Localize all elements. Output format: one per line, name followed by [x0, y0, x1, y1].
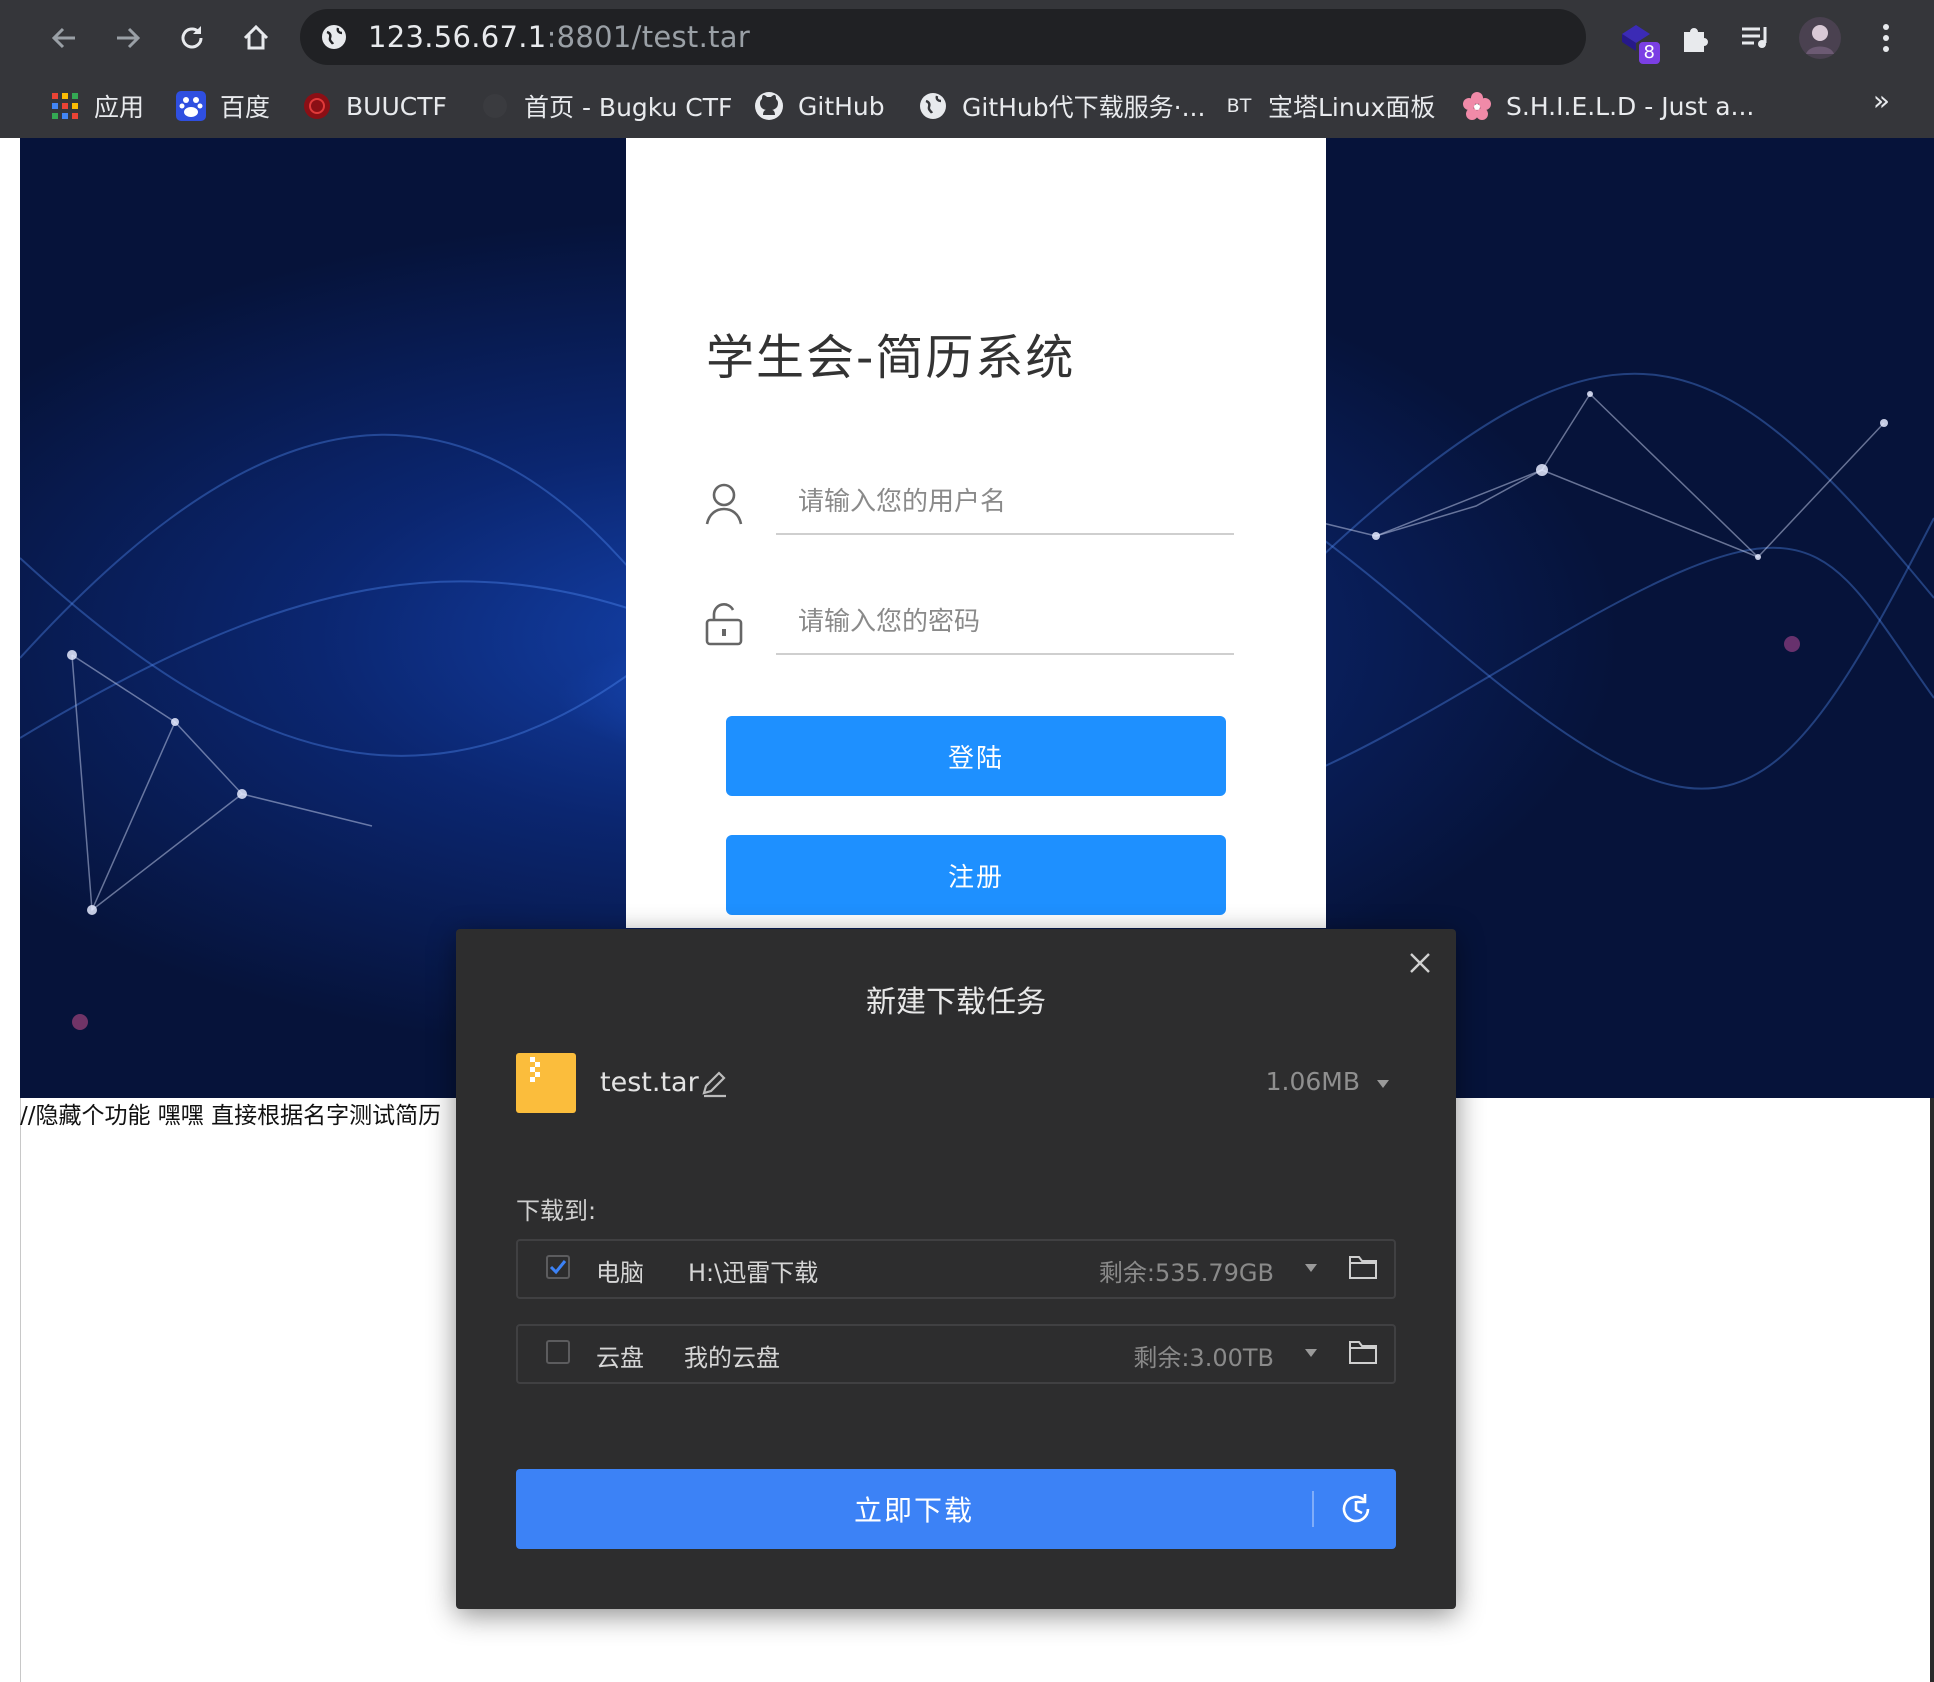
bookmark-label: 首页 - Bugku CTF — [524, 93, 733, 122]
extension-button[interactable]: 8 — [1612, 14, 1660, 64]
username-field[interactable] — [776, 473, 1234, 535]
login-card: 学生会-简历系统 登陆 注册 — [626, 138, 1326, 928]
destination-path: H:\迅雷下载 — [688, 1259, 819, 1287]
browser-toolbar: 123.56.67.1:8801/test.tar 8 — [0, 0, 1934, 74]
globe-icon — [918, 91, 948, 121]
forward-button[interactable] — [106, 16, 150, 60]
file-name[interactable]: test.tar — [600, 1067, 699, 1098]
more-bookmarks-button[interactable]: » — [1873, 84, 1890, 117]
download-now-button[interactable]: 立即下载 — [516, 1469, 1396, 1549]
save-to-label: 下载到: — [516, 1197, 597, 1225]
username-input[interactable] — [776, 473, 1220, 531]
destination-type: 云盘 — [596, 1344, 644, 1372]
button-divider — [1312, 1491, 1314, 1527]
browser-menu-button[interactable] — [1862, 14, 1910, 62]
login-button[interactable]: 登陆 — [726, 716, 1226, 796]
avatar — [1799, 17, 1841, 59]
free-space: 剩余:535.79GB — [1098, 1259, 1274, 1287]
bookmark-github-proxy[interactable]: GitHub代下载服务·... — [918, 88, 1205, 124]
edit-pencil-icon[interactable] — [700, 1069, 730, 1099]
password-input[interactable] — [776, 593, 1220, 651]
bookmark-bugku[interactable]: 首页 - Bugku CTF — [480, 88, 732, 124]
unlock-icon — [705, 603, 743, 646]
caret-down-icon[interactable] — [1376, 1079, 1390, 1089]
url-path: :8801/test.tar — [546, 20, 751, 54]
address-bar[interactable]: 123.56.67.1:8801/test.tar — [300, 9, 1586, 65]
bookmark-shield[interactable]: S.H.I.E.L.D - Just a... — [1462, 88, 1754, 124]
close-button[interactable] — [1402, 945, 1438, 981]
password-field[interactable] — [776, 593, 1234, 655]
bookmark-label: 宝塔Linux面板 — [1268, 93, 1436, 122]
globe-icon — [322, 25, 346, 49]
github-icon — [754, 91, 784, 121]
dialog-title: 新建下载任务 — [866, 985, 1046, 1020]
bookmark-label: 应用 — [94, 93, 145, 122]
destination-path: 我的云盘 — [684, 1344, 780, 1372]
user-icon — [705, 483, 743, 525]
home-button[interactable] — [234, 16, 278, 60]
caret-down-icon[interactable] — [1304, 1348, 1318, 1358]
register-button[interactable]: 注册 — [726, 835, 1226, 915]
destination-type: 电脑 — [596, 1259, 644, 1287]
bookmark-label: 百度 — [220, 93, 271, 122]
page-title: 学生会-简历系统 — [706, 330, 1076, 386]
bookmark-label: BUUCTF — [346, 91, 447, 121]
profile-button[interactable] — [1796, 14, 1844, 62]
back-button[interactable] — [42, 16, 86, 60]
destination-pc[interactable]: 电脑 H:\迅雷下载 剩余:535.79GB — [516, 1239, 1396, 1299]
file-size: 1.06MB — [1265, 1067, 1360, 1096]
bookmark-label: GitHub — [798, 91, 885, 121]
bookmark-apps[interactable]: 应用 — [50, 88, 144, 124]
apps-grid-icon — [50, 91, 80, 121]
download-now-label: 立即下载 — [853, 1494, 974, 1527]
browser-chrome: 123.56.67.1:8801/test.tar 8 应用 百度 BUUCTF… — [0, 0, 1934, 138]
home-icon — [243, 24, 269, 50]
close-icon — [1410, 953, 1430, 973]
cloud-checkbox[interactable] — [546, 1340, 570, 1364]
checkmark-icon — [549, 1260, 567, 1275]
left-window-edge — [0, 138, 21, 1682]
caret-down-icon[interactable] — [1304, 1263, 1318, 1273]
arrow-right-icon — [117, 27, 141, 49]
extension-badge: 8 — [1638, 42, 1660, 64]
baidu-icon — [176, 91, 206, 121]
pc-checkbox[interactable] — [546, 1255, 570, 1279]
media-control-button[interactable] — [1732, 14, 1780, 62]
folder-icon[interactable] — [1348, 1338, 1378, 1366]
new-download-dialog: 新建下载任务 test.tar 1.06MB 下载到: 电脑 H:\迅雷下载 剩… — [456, 929, 1456, 1609]
bookmark-label: S.H.I.E.L.D - Just a... — [1506, 91, 1755, 121]
bugku-icon — [480, 91, 510, 121]
arrow-left-icon — [51, 27, 75, 49]
folder-icon[interactable] — [1348, 1253, 1378, 1281]
archive-file-icon — [516, 1053, 576, 1113]
bt-icon: BT — [1226, 95, 1252, 117]
url-text: 123.56.67.1:8801/test.tar — [368, 17, 750, 57]
buuctf-icon — [302, 91, 332, 121]
destination-cloud[interactable]: 云盘 我的云盘 剩余:3.00TB — [516, 1324, 1396, 1384]
free-space: 剩余:3.00TB — [1133, 1344, 1274, 1372]
bookmark-label: GitHub代下载服务·... — [962, 93, 1206, 122]
flower-icon — [1462, 91, 1492, 121]
bookmarks-bar: 应用 百度 BUUCTF 首页 - Bugku CTF GitHub GitHu… — [0, 74, 1934, 138]
bookmark-baidu[interactable]: 百度 — [176, 88, 270, 124]
bookmark-buuctf[interactable]: BUUCTF — [302, 88, 447, 124]
reload-icon — [181, 26, 203, 49]
bookmark-bt-panel[interactable]: BT 宝塔Linux面板 — [1224, 88, 1436, 124]
reload-button[interactable] — [170, 16, 214, 60]
bookmark-github[interactable]: GitHub — [754, 88, 885, 124]
schedule-clock-icon[interactable] — [1338, 1491, 1374, 1527]
page-comment-text: //隐藏个功能 嘿嘿 直接根据名字测试简历 — [20, 1103, 442, 1129]
more-vertical-icon — [1883, 24, 1889, 52]
playlist-icon — [1742, 27, 1767, 48]
extensions-menu-button[interactable] — [1670, 14, 1718, 62]
url-host: 123.56.67.1 — [368, 20, 547, 54]
puzzle-icon — [1684, 28, 1708, 52]
